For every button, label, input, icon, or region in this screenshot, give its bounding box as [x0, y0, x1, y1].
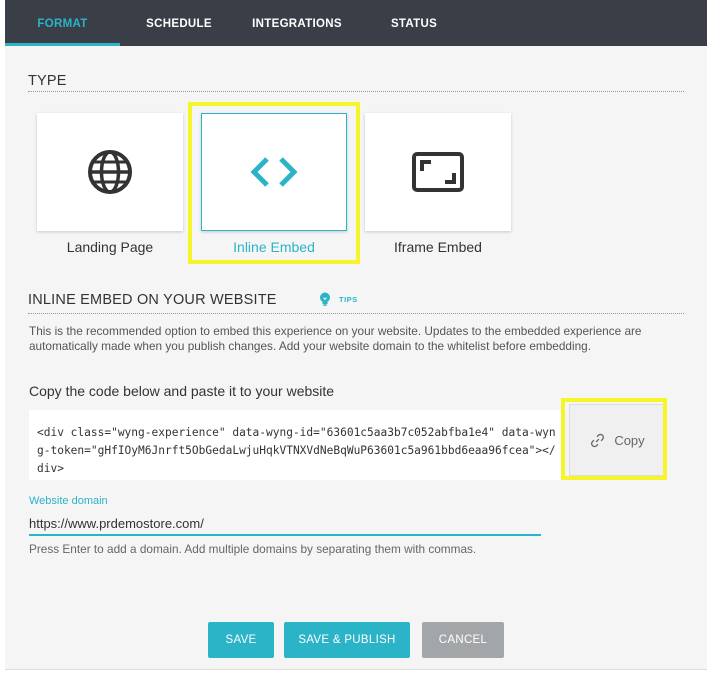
- embed-divider: [28, 313, 684, 314]
- embed-description: This is the recommended option to embed …: [29, 324, 642, 353]
- lightbulb-icon[interactable]: [319, 292, 331, 306]
- website-domain-label: Website domain: [29, 495, 108, 507]
- annotation-highlight-copy: [561, 398, 667, 480]
- embed-code-box[interactable]: <div class="wyng-experience" data-wyng-i…: [29, 410, 563, 480]
- globe-icon: [88, 150, 132, 194]
- save-and-publish-button[interactable]: SAVE & PUBLISH: [284, 622, 410, 658]
- embed-code: <div class="wyng-experience" data-wyng-i…: [37, 426, 556, 475]
- tab-bar: FORMAT SCHEDULE INTEGRATIONS STATUS: [5, 0, 707, 46]
- tab-format[interactable]: FORMAT: [5, 0, 120, 46]
- type-option-landing-page[interactable]: [37, 113, 183, 231]
- frame-corners-icon: [412, 152, 464, 192]
- active-tab-indicator: [5, 43, 120, 46]
- tab-integrations[interactable]: INTEGRATIONS: [241, 0, 353, 46]
- cancel-button[interactable]: CANCEL: [422, 622, 504, 658]
- annotation-highlight-inline-embed: [188, 102, 360, 264]
- type-divider: [28, 91, 684, 92]
- type-section-title: TYPE: [28, 73, 67, 89]
- tab-status[interactable]: STATUS: [379, 0, 449, 46]
- tab-schedule[interactable]: SCHEDULE: [131, 0, 227, 46]
- type-option-iframe-embed[interactable]: [365, 113, 511, 231]
- copy-heading: Copy the code below and paste it to your…: [29, 383, 335, 399]
- app-frame: FORMAT SCHEDULE INTEGRATIONS STATUS TYPE…: [5, 0, 707, 670]
- website-domain-input[interactable]: [29, 512, 541, 536]
- tips-link[interactable]: TIPS: [339, 295, 358, 304]
- save-button[interactable]: SAVE: [208, 622, 274, 658]
- type-option-label: Landing Page: [66, 239, 154, 255]
- domain-hint: Press Enter to add a domain. Add multipl…: [29, 542, 477, 556]
- embed-section-title: INLINE EMBED ON YOUR WEBSITE: [28, 292, 277, 308]
- type-option-label: Iframe Embed: [394, 239, 482, 255]
